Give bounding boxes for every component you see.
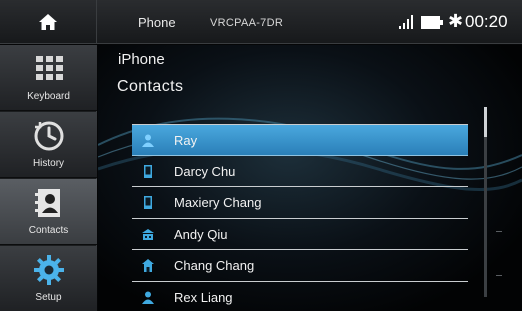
bluetooth-icon: ✱: [448, 11, 464, 31]
sidebar-item-label: Keyboard: [27, 91, 70, 102]
contact-name: Andy Qiu: [174, 226, 228, 242]
scrollbar-thumb[interactable]: [484, 107, 487, 137]
contact-row[interactable]: Andy Qiu: [132, 219, 468, 250]
status-bar: Phone VRCPAA-7DR ✱ 00:20: [0, 0, 522, 44]
battery-icon: [421, 16, 443, 29]
page-title: Contacts: [117, 78, 184, 95]
clock: 00:20: [465, 12, 508, 31]
scroll-tick: [496, 231, 502, 232]
history-icon: [34, 121, 64, 151]
sidebar-item-label: History: [32, 158, 65, 169]
office-phone-icon: [142, 228, 154, 240]
connected-device-label: VRCPAA-7DR: [210, 17, 284, 29]
contact-row[interactable]: Maxiery Chang: [132, 187, 468, 219]
contact-name: Darcy Chu: [174, 163, 236, 179]
home-phone-icon: [142, 259, 154, 272]
mobile-phone-icon: [144, 164, 152, 178]
home-icon: [39, 14, 57, 30]
person-icon: [142, 291, 154, 304]
sidebar-item-label: Setup: [35, 292, 62, 303]
sidebar-item-history[interactable]: History: [0, 112, 97, 178]
sidebar-item-contacts[interactable]: Contacts: [0, 179, 97, 245]
device-name: iPhone: [118, 51, 165, 68]
contact-row[interactable]: Ray: [132, 124, 468, 156]
sidebar-item-setup[interactable]: Setup: [0, 246, 97, 311]
person-icon: [142, 134, 154, 147]
source-label: Phone: [138, 15, 176, 30]
contacts-icon: [35, 189, 60, 217]
sidebar: Keyboard History Contacts Setup: [0, 45, 97, 311]
sidebar-item-keyboard[interactable]: Keyboard: [0, 45, 97, 111]
contact-row[interactable]: Rex Liang: [132, 282, 468, 311]
contact-name: Maxiery Chang: [174, 195, 262, 210]
contact-row[interactable]: Chang Chang: [132, 250, 468, 282]
gear-icon: [34, 255, 64, 285]
contact-list: Ray Darcy Chu Maxiery Chang Andy Qiu Cha…: [132, 124, 468, 311]
contact-name: Ray: [174, 133, 198, 148]
contact-row[interactable]: Darcy Chu: [132, 156, 468, 187]
signal-icon: [399, 15, 413, 29]
contact-name: Chang Chang: [174, 258, 255, 273]
scroll-tick: [496, 275, 502, 276]
sidebar-item-label: Contacts: [28, 225, 69, 236]
home-button[interactable]: [0, 0, 97, 44]
mobile-phone-icon: [144, 196, 152, 209]
phone-contacts-screen: Phone VRCPAA-7DR ✱ 00:20 Keyboard Histor…: [0, 0, 522, 311]
contacts-panel: iPhone Contacts Ray Darcy Chu Maxiery Ch…: [98, 45, 522, 311]
keypad-icon: [36, 56, 63, 80]
scrollbar[interactable]: [484, 107, 487, 297]
contact-name: Rex Liang: [174, 289, 233, 305]
